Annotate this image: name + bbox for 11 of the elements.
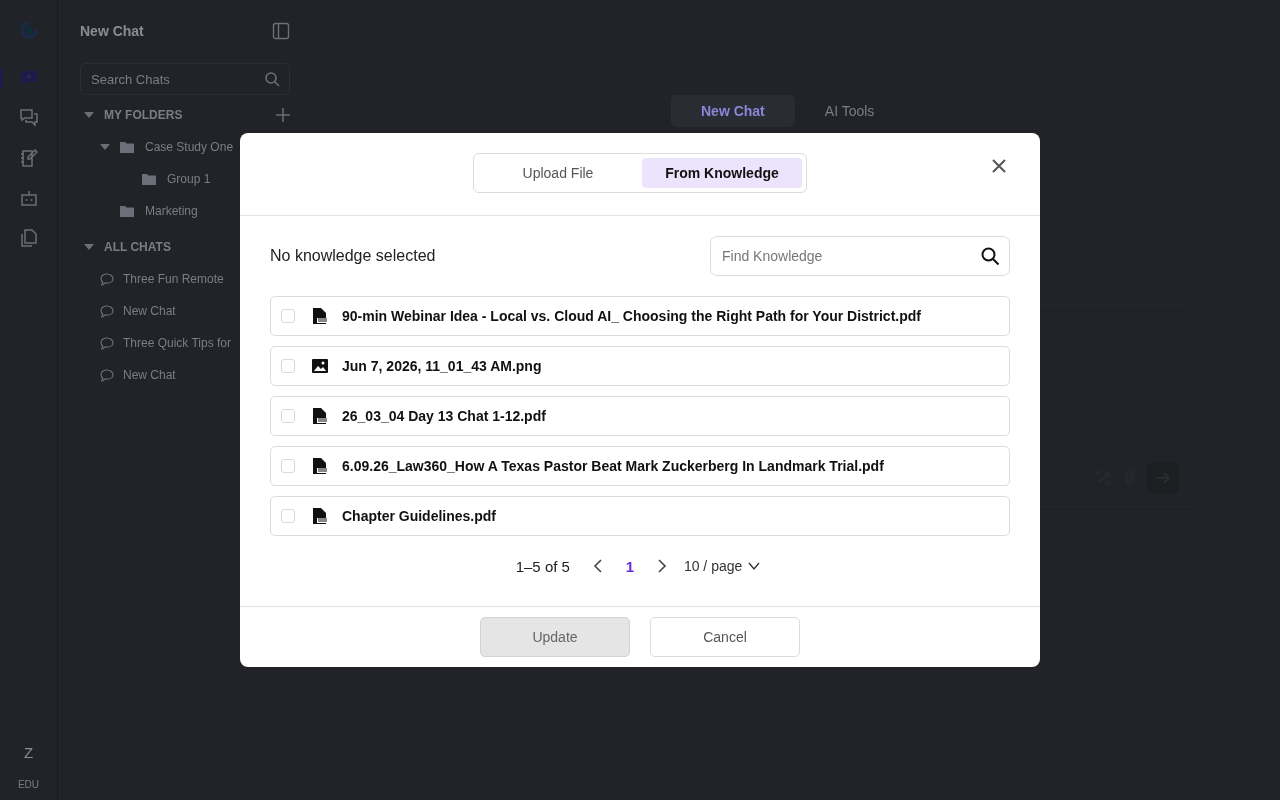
file-name: Jun 7, 2026, 11_01_43 AM.png (342, 358, 542, 374)
file-name: Chapter Guidelines.pdf (342, 508, 496, 524)
selection-status: No knowledge selected (270, 247, 436, 265)
org-label: EDU (17, 779, 40, 790)
file-name: 6.09.26_Law360_How A Texas Pastor Beat Mark Zuckerberg In Landmark Trial.pdf (342, 458, 884, 474)
page-range: 1–5 of 5 (515, 557, 570, 575)
file-name: 90-min Webinar Idea - Local vs. Cloud AI_ Choosing the Right Path for Your District.pdf (342, 308, 921, 324)
section-heading: MY FOLDERS (104, 108, 183, 122)
sidebar-title: New Chat (80, 23, 144, 39)
section-heading: ALL CHATS (104, 240, 171, 254)
file-name: 26_03_04 Day 13 Chat 1-12.pdf (342, 408, 546, 424)
